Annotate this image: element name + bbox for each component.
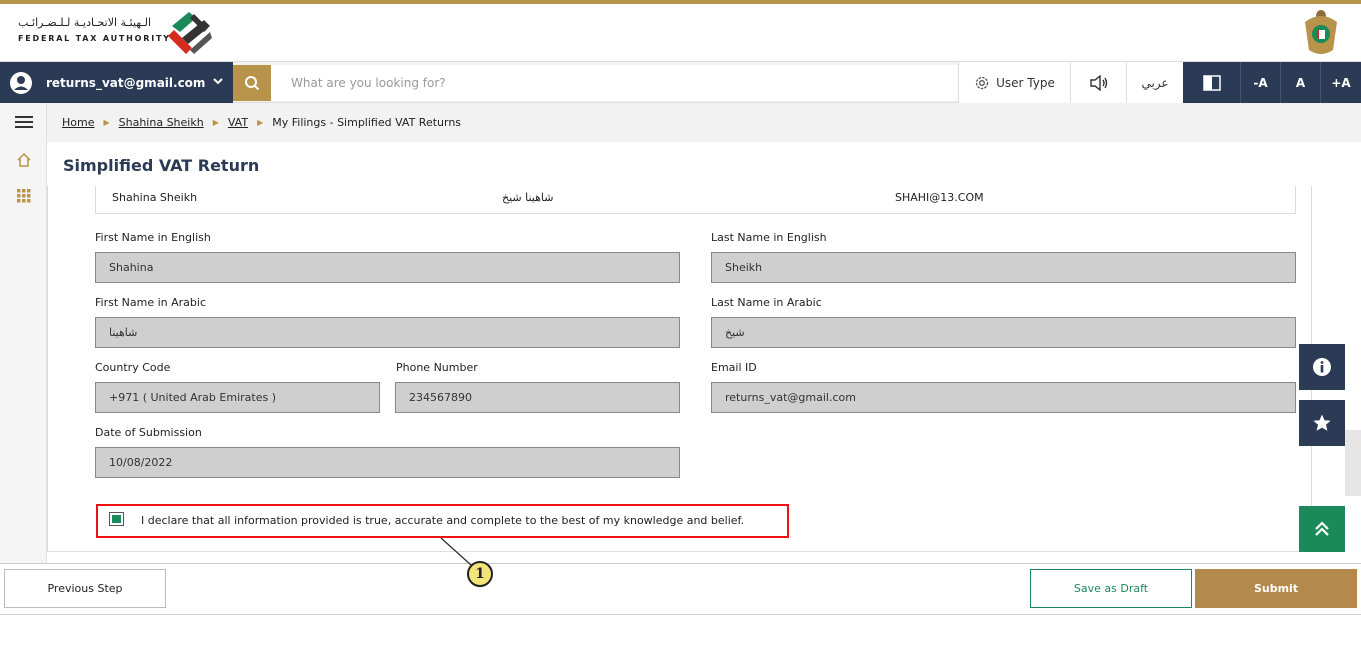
email-id-field[interactable]: returns_vat@gmail.com [711, 382, 1296, 413]
top-navbar: returns_vat@gmail.com User Type عربي -A [0, 62, 1361, 103]
search-button[interactable] [233, 65, 271, 101]
audio-button[interactable] [1070, 62, 1126, 103]
sidebar-home[interactable] [0, 152, 47, 168]
breadcrumb-separator-icon: ▶ [212, 118, 219, 127]
first-name-ar-field[interactable]: شاهينا [95, 317, 680, 348]
breadcrumb-separator-icon: ▶ [103, 118, 110, 127]
declaration-highlight: I declare that all information provided … [96, 504, 789, 538]
double-chevron-up-icon [1315, 521, 1329, 536]
font-normal-button[interactable]: A [1280, 62, 1320, 103]
first-name-en-label: First Name in English [95, 231, 211, 244]
user-type-button[interactable]: User Type [958, 62, 1070, 103]
user-email: returns_vat@gmail.com [46, 75, 206, 90]
contact-name-ar: شاهينا شيخ [502, 191, 554, 204]
last-name-ar-label: Last Name in Arabic [711, 296, 822, 309]
gear-icon [975, 76, 989, 89]
user-menu[interactable]: returns_vat@gmail.com [0, 62, 233, 103]
favorites-button[interactable] [1299, 400, 1345, 446]
email-id-label: Email ID [711, 361, 757, 374]
site-header: الـهيئـة الاتحـاديـة لـلـضـرائـب FEDERAL… [0, 4, 1361, 62]
user-type-label: User Type [996, 75, 1055, 90]
sidebar-apps[interactable] [0, 189, 47, 203]
contact-name-en: Shahina Sheikh [112, 191, 198, 204]
breadcrumb-separator-icon: ▶ [257, 118, 264, 127]
authority-name-english: FEDERAL TAX AUTHORITY [18, 34, 171, 43]
callout-number-badge: 1 [467, 561, 493, 587]
country-code-label: Country Code [95, 361, 171, 374]
last-name-ar-field[interactable]: شيخ [711, 317, 1296, 348]
scrollbar-track[interactable] [1345, 430, 1361, 496]
breadcrumb-current: My Filings - Simplified VAT Returns [272, 116, 462, 129]
phone-number-field[interactable]: 234567890 [395, 382, 680, 413]
previous-step-button[interactable]: Previous Step [4, 569, 166, 608]
info-button[interactable] [1299, 344, 1345, 390]
user-avatar-icon [10, 71, 32, 94]
form-panel [47, 186, 1312, 552]
date-of-submission-field[interactable]: 10/08/2022 [95, 447, 680, 478]
arabic-language-button[interactable]: عربي [1126, 62, 1183, 103]
home-icon [16, 152, 31, 167]
contact-email: SHAHI@13.COM [895, 191, 984, 204]
first-name-en-field[interactable]: Shahina [95, 252, 680, 283]
breadcrumb: Home ▶ Shahina Sheikh ▶ VAT ▶ My Filings… [47, 103, 1361, 142]
font-increase-button[interactable]: +A [1320, 62, 1361, 103]
first-name-ar-label: First Name in Arabic [95, 296, 206, 309]
submit-button[interactable]: Submit [1195, 569, 1357, 608]
scroll-to-top-button[interactable] [1299, 506, 1345, 552]
declaration-text: I declare that all information provided … [141, 514, 745, 527]
contrast-icon [1202, 74, 1221, 91]
chevron-down-icon [213, 78, 223, 85]
last-name-en-field[interactable]: Sheikh [711, 252, 1296, 283]
breadcrumb-home[interactable]: Home [62, 116, 94, 129]
date-of-submission-label: Date of Submission [95, 426, 202, 439]
speaker-icon [1089, 74, 1107, 91]
declaration-checkbox[interactable] [109, 512, 124, 526]
star-icon [1313, 414, 1331, 431]
contrast-button[interactable] [1183, 62, 1240, 103]
last-name-en-label: Last Name in English [711, 231, 827, 244]
checkbox-checked-mark [112, 515, 121, 523]
apps-grid-icon [16, 189, 30, 203]
breadcrumb-vat[interactable]: VAT [228, 116, 248, 129]
search-input[interactable] [271, 65, 958, 101]
phone-number-label: Phone Number [396, 361, 478, 374]
breadcrumb-user[interactable]: Shahina Sheikh [119, 116, 204, 129]
search-icon [245, 76, 260, 91]
hamburger-icon[interactable] [15, 115, 33, 129]
save-as-draft-button[interactable]: Save as Draft [1030, 569, 1192, 608]
page-title: Simplified VAT Return [63, 156, 260, 175]
authority-name-arabic: الـهيئـة الاتحـاديـة لـلـضـرائـب [18, 16, 152, 29]
sidebar [0, 103, 47, 563]
font-decrease-button[interactable]: -A [1240, 62, 1280, 103]
country-code-field[interactable]: +971 ( United Arab Emirates ) [95, 382, 380, 413]
info-icon [1313, 358, 1331, 376]
fta-logo-icon [168, 12, 212, 54]
uae-emblem-icon [1305, 10, 1337, 54]
contact-row: Shahina Sheikh شاهينا شيخ SHAHI@13.COM [95, 186, 1296, 214]
